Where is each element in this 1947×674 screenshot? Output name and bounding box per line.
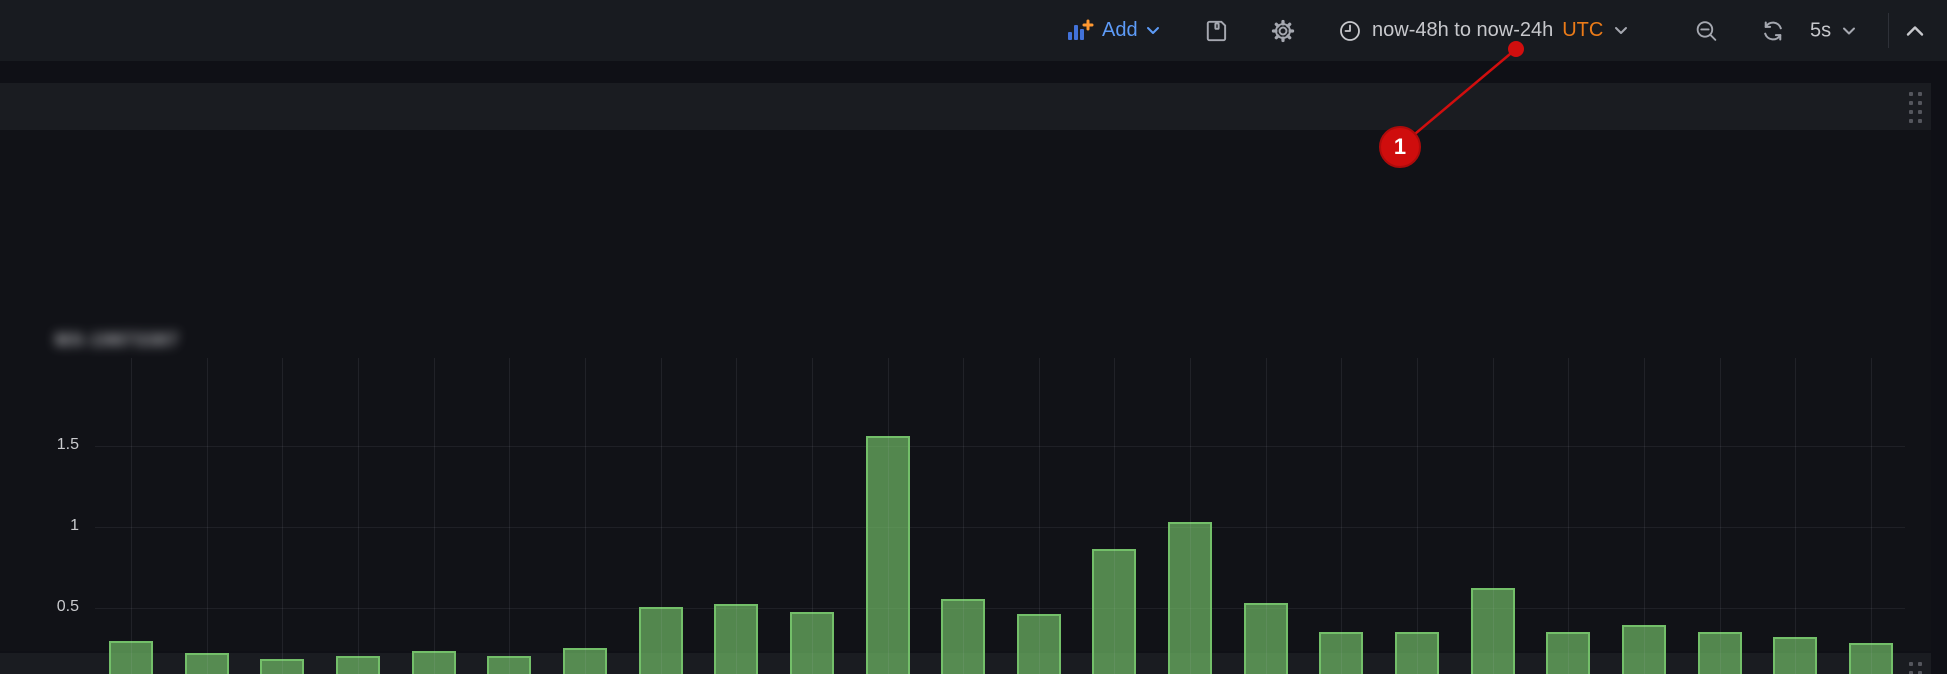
- v-gridline: [358, 358, 359, 674]
- zoom-out-icon: [1694, 18, 1719, 43]
- refresh-interval-dropdown[interactable]: 5s: [1810, 19, 1856, 42]
- refresh-button[interactable]: [1760, 18, 1786, 44]
- time-range-picker[interactable]: now-48h to now-24h UTC: [1338, 19, 1628, 43]
- chart-panel: MX-19873387 22:0023:0000:0001:0002:0003:…: [0, 130, 1931, 651]
- time-range-text: now-48h to now-24h: [1372, 19, 1553, 42]
- clock-icon: [1338, 19, 1362, 43]
- v-gridline: [509, 358, 510, 674]
- grafana-dashboard: Add: [0, 0, 1947, 674]
- panel-title-blurred[interactable]: MX-19873387: [55, 330, 179, 351]
- v-gridline: [1644, 358, 1645, 674]
- annotation-badge-label: 1: [1394, 134, 1406, 160]
- v-gridline: [1190, 358, 1191, 674]
- annotation-badge-1: 1: [1379, 126, 1421, 168]
- timezone-label: UTC: [1562, 19, 1603, 42]
- y-tick-label: 0.5: [37, 598, 79, 616]
- add-button-label: Add: [1102, 19, 1138, 42]
- save-dashboard-button[interactable]: [1204, 18, 1230, 44]
- v-gridline: [1871, 358, 1872, 674]
- v-gridline: [585, 358, 586, 674]
- refresh-icon: [1760, 18, 1786, 44]
- v-gridline: [1039, 358, 1040, 674]
- v-gridline: [1266, 358, 1267, 674]
- dashboard-toolbar: Add: [0, 0, 1947, 61]
- v-gridline: [1720, 358, 1721, 674]
- h-gridline: [95, 446, 1905, 447]
- panel-above-sliver: [0, 83, 1931, 130]
- refresh-interval-label: 5s: [1810, 19, 1831, 42]
- save-icon: [1204, 18, 1230, 44]
- panel-drag-handle[interactable]: [1909, 92, 1922, 123]
- v-gridline: [1417, 358, 1418, 674]
- v-gridline: [1341, 358, 1342, 674]
- plot-area: 22:0023:0000:0001:0002:0003:0004:0005:00…: [95, 358, 1905, 674]
- y-tick-label: 1: [37, 517, 79, 535]
- panel-drag-handle[interactable]: [1909, 662, 1922, 674]
- v-gridline: [736, 358, 737, 674]
- gear-icon: [1270, 18, 1296, 44]
- collapse-toolbar-button[interactable]: [1906, 25, 1924, 36]
- v-gridline: [131, 358, 132, 674]
- zoom-out-time-button[interactable]: [1694, 18, 1719, 43]
- v-gridline: [1114, 358, 1115, 674]
- h-gridline: [95, 608, 1905, 609]
- v-gridline: [963, 358, 964, 674]
- v-gridline: [888, 358, 889, 674]
- v-gridline: [1568, 358, 1569, 674]
- v-gridline: [661, 358, 662, 674]
- chevron-down-icon: [1614, 26, 1628, 35]
- y-tick-label: 1.5: [37, 436, 79, 454]
- bar-chart-add-icon: [1066, 19, 1094, 43]
- v-gridline: [282, 358, 283, 674]
- v-gridline: [434, 358, 435, 674]
- v-gridline: [207, 358, 208, 674]
- add-panel-button[interactable]: Add: [1066, 19, 1160, 43]
- v-gridline: [1795, 358, 1796, 674]
- chevron-up-icon: [1906, 25, 1924, 36]
- h-gridline: [95, 527, 1905, 528]
- dashboard-settings-button[interactable]: [1270, 18, 1296, 44]
- chevron-down-icon: [1146, 26, 1160, 35]
- v-gridline: [1493, 358, 1494, 674]
- toolbar-divider: [1888, 13, 1889, 48]
- v-gridline: [812, 358, 813, 674]
- chevron-down-icon: [1842, 26, 1856, 35]
